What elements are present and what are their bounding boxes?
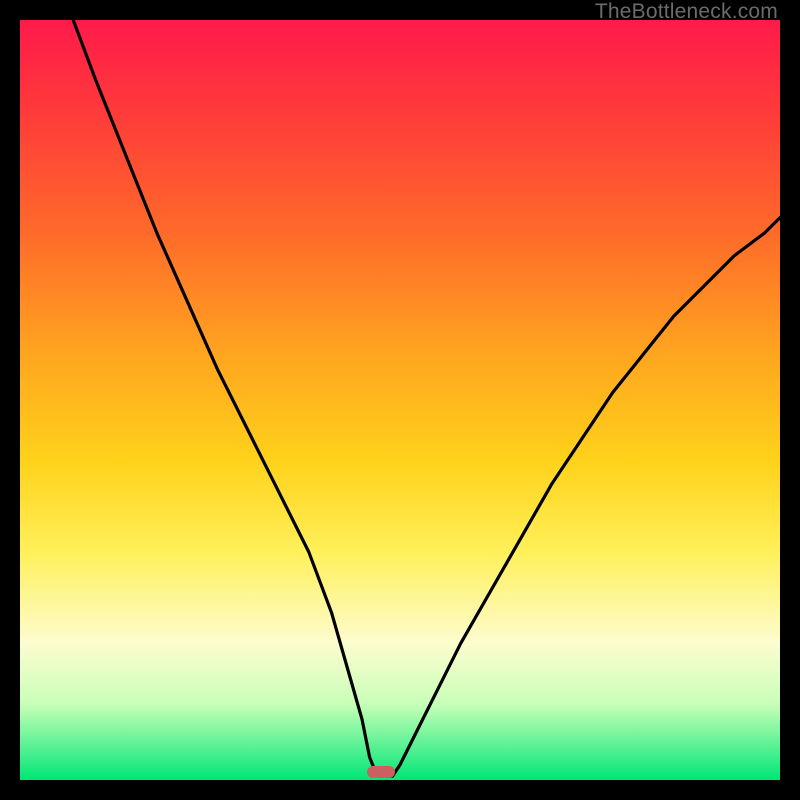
optimal-point-marker (367, 766, 395, 778)
chart-frame: TheBottleneck.com (0, 0, 800, 800)
plot-area (20, 20, 780, 780)
watermark-text: TheBottleneck.com (595, 0, 778, 24)
bottleneck-curve (20, 20, 780, 780)
